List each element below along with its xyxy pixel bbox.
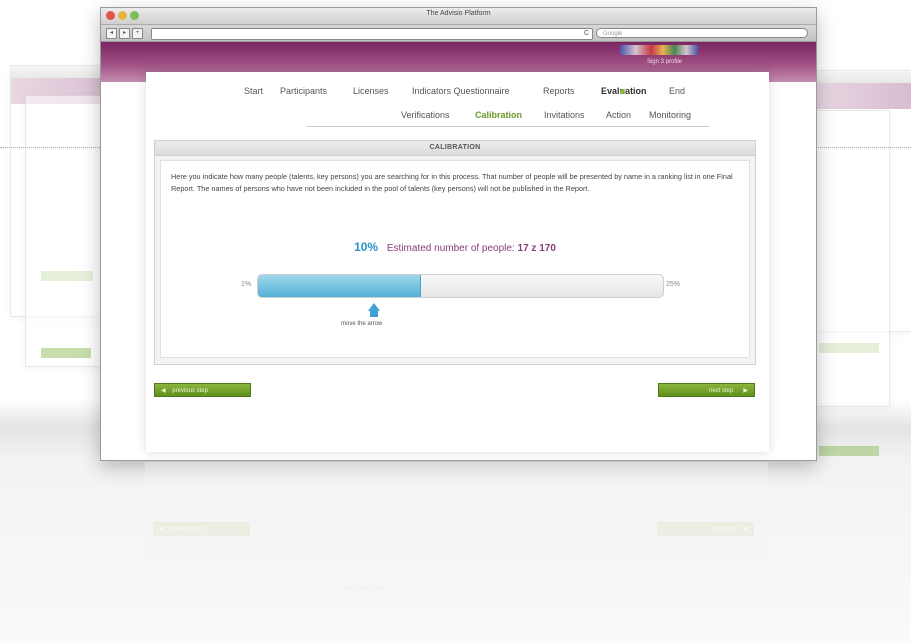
user-link[interactable]: Sign 3 profile — [647, 59, 682, 65]
search-field[interactable]: Google — [596, 28, 808, 38]
calibration-slider[interactable] — [257, 274, 664, 298]
substep-monitoring[interactable]: Monitoring — [649, 110, 691, 120]
window-reflection: ◀ previous step next step ▶ move the arr… — [100, 462, 815, 643]
browser-toolbar: ◂ ▸ + C Google — [101, 25, 816, 42]
calibration-box: CALIBRATION Here you indicate how many p… — [154, 140, 756, 365]
chevron-right-icon: ▶ — [743, 388, 748, 394]
reload-icon[interactable]: C — [584, 29, 589, 39]
estimate-label: Estimated number of people: — [386, 243, 515, 254]
step-start[interactable]: Start — [244, 86, 263, 96]
previous-step-label: previous step — [172, 388, 208, 394]
percent-value: 10% — [354, 240, 379, 254]
slider-handle-arrow-icon[interactable] — [368, 303, 380, 311]
step-reports[interactable]: Reports — [543, 86, 575, 96]
substep-action[interactable]: Action — [606, 110, 631, 120]
process-steps: Start Participants Licenses Indicators Q… — [146, 86, 769, 100]
reflection-next-button: next step ▶ — [657, 522, 754, 536]
estimate-line: 10% Estimated number of people: 17 z 170 — [161, 240, 749, 254]
forward-icon[interactable]: ▸ — [119, 28, 130, 39]
reflection-next-label: next step — [712, 526, 737, 532]
content-panel: Start Participants Licenses Indicators Q… — [146, 72, 769, 452]
substep-invitations[interactable]: Invitations — [544, 110, 585, 120]
ghost-titlebar — [809, 71, 911, 83]
background-window-right-2 — [808, 110, 890, 456]
slider-fill — [258, 275, 421, 297]
slider-handle-base[interactable] — [370, 311, 378, 317]
dotted-guide-left — [0, 147, 100, 148]
calibration-heading: CALIBRATION — [155, 141, 755, 156]
window-titlebar: The Advisio Platform — [101, 8, 816, 25]
substep-calibration[interactable]: Calibration — [475, 110, 522, 120]
ghost-button — [41, 348, 91, 358]
nav-buttons: ◂ ▸ + — [106, 28, 143, 39]
browser-window: The Advisio Platform ◂ ▸ + C Google Sign… — [100, 7, 817, 461]
add-bookmark-icon[interactable]: + — [132, 28, 143, 39]
substeps-divider — [306, 126, 709, 127]
back-icon[interactable]: ◂ — [106, 28, 117, 39]
move-arrow-hint: move the arrow — [341, 321, 383, 327]
calibration-body: Here you indicate how many people (talen… — [160, 160, 750, 358]
step-licenses[interactable]: Licenses — [353, 86, 389, 96]
next-step-label: next step — [709, 388, 734, 394]
reflection-previous-label: previous step — [168, 526, 205, 532]
step-participants[interactable]: Participants — [280, 86, 327, 96]
previous-step-button[interactable]: ◀ previous step — [154, 383, 251, 397]
language-flags-icon[interactable] — [620, 45, 698, 55]
slider-max-label: 25% — [666, 281, 681, 288]
dotted-guide-right — [815, 147, 911, 148]
chevron-left-icon: ◀ — [161, 388, 166, 394]
slider-min-label: 1% — [241, 281, 252, 288]
next-step-button[interactable]: next step ▶ — [658, 383, 755, 397]
ghost-banner — [809, 83, 911, 109]
step-end[interactable]: End — [669, 86, 685, 96]
step-indicators-questionnaire[interactable]: Indicators Questionnaire — [412, 86, 510, 96]
address-bar[interactable]: C — [151, 28, 593, 40]
reflection-previous-button: ◀ previous step — [153, 522, 250, 536]
reflection-hint: move the arrow — [344, 587, 386, 593]
substep-verifications[interactable]: Verifications — [401, 110, 450, 120]
active-step-indicator — [620, 89, 625, 94]
estimate-value: 17 z 170 — [517, 243, 556, 254]
window-title: The Advisio Platform — [426, 10, 491, 17]
calibration-description: Here you indicate how many people (talen… — [171, 172, 733, 193]
